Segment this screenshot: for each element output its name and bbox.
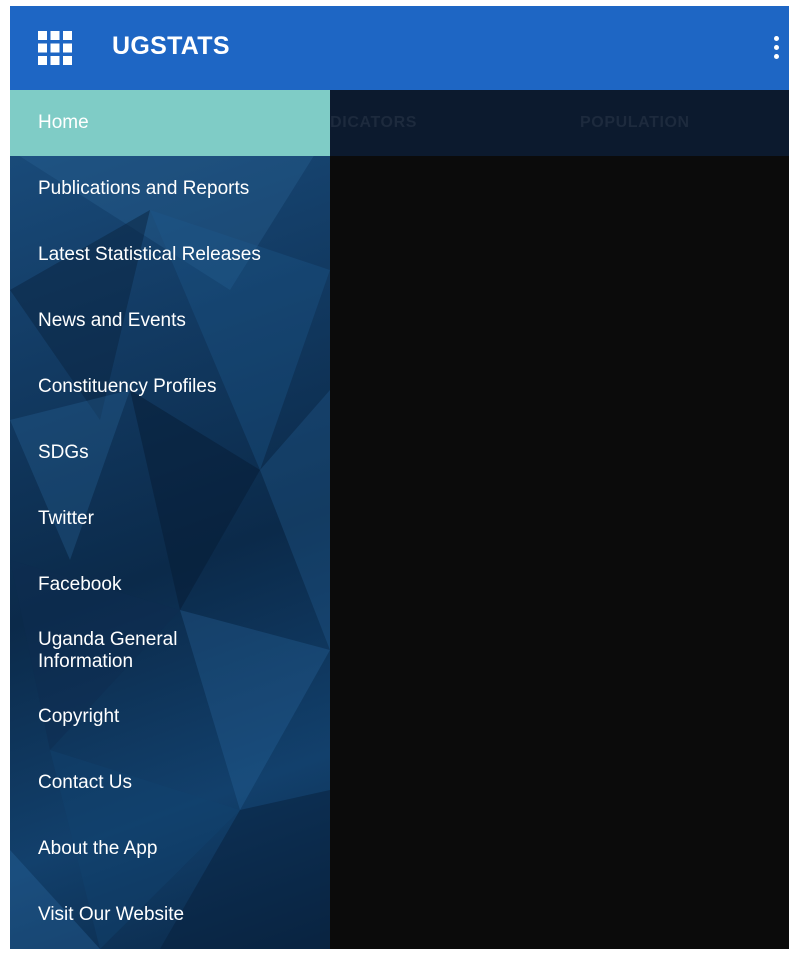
navigation-drawer: Home Publications and Reports Latest Sta… xyxy=(10,90,330,949)
drawer-item-latest-statistical-releases[interactable]: Latest Statistical Releases xyxy=(10,222,330,288)
more-vert-icon[interactable] xyxy=(771,36,781,62)
drawer-item-news-and-events[interactable]: News and Events xyxy=(10,288,330,354)
drawer-item-twitter[interactable]: Twitter xyxy=(10,486,330,552)
app-screen: UGSTATS GULAR INDICATORS POPULATION Home… xyxy=(10,6,789,949)
app-title: UGSTATS xyxy=(112,32,230,60)
drawer-item-uganda-general-information-label: Uganda General Information xyxy=(38,629,178,672)
drawer-item-sdgs[interactable]: SDGs xyxy=(10,420,330,486)
app-bar: UGSTATS xyxy=(10,6,789,90)
drawer-item-contact-us[interactable]: Contact Us xyxy=(10,750,330,816)
drawer-item-uganda-general-information[interactable]: Uganda General Information xyxy=(10,618,330,684)
drawer-item-visit-our-website[interactable]: Visit Our Website xyxy=(10,882,330,948)
drawer-item-constituency-profiles[interactable]: Constituency Profiles xyxy=(10,354,330,420)
drawer-item-facebook[interactable]: Facebook xyxy=(10,552,330,618)
apps-grid-icon[interactable] xyxy=(38,31,72,65)
drawer-item-home[interactable]: Home xyxy=(10,90,330,156)
tab-population[interactable]: POPULATION xyxy=(580,114,690,132)
drawer-item-copyright[interactable]: Copyright xyxy=(10,684,330,750)
drawer-item-publications-and-reports[interactable]: Publications and Reports xyxy=(10,156,330,222)
drawer-item-about-the-app[interactable]: About the App xyxy=(10,816,330,882)
drawer-menu: Home Publications and Reports Latest Sta… xyxy=(10,90,330,948)
